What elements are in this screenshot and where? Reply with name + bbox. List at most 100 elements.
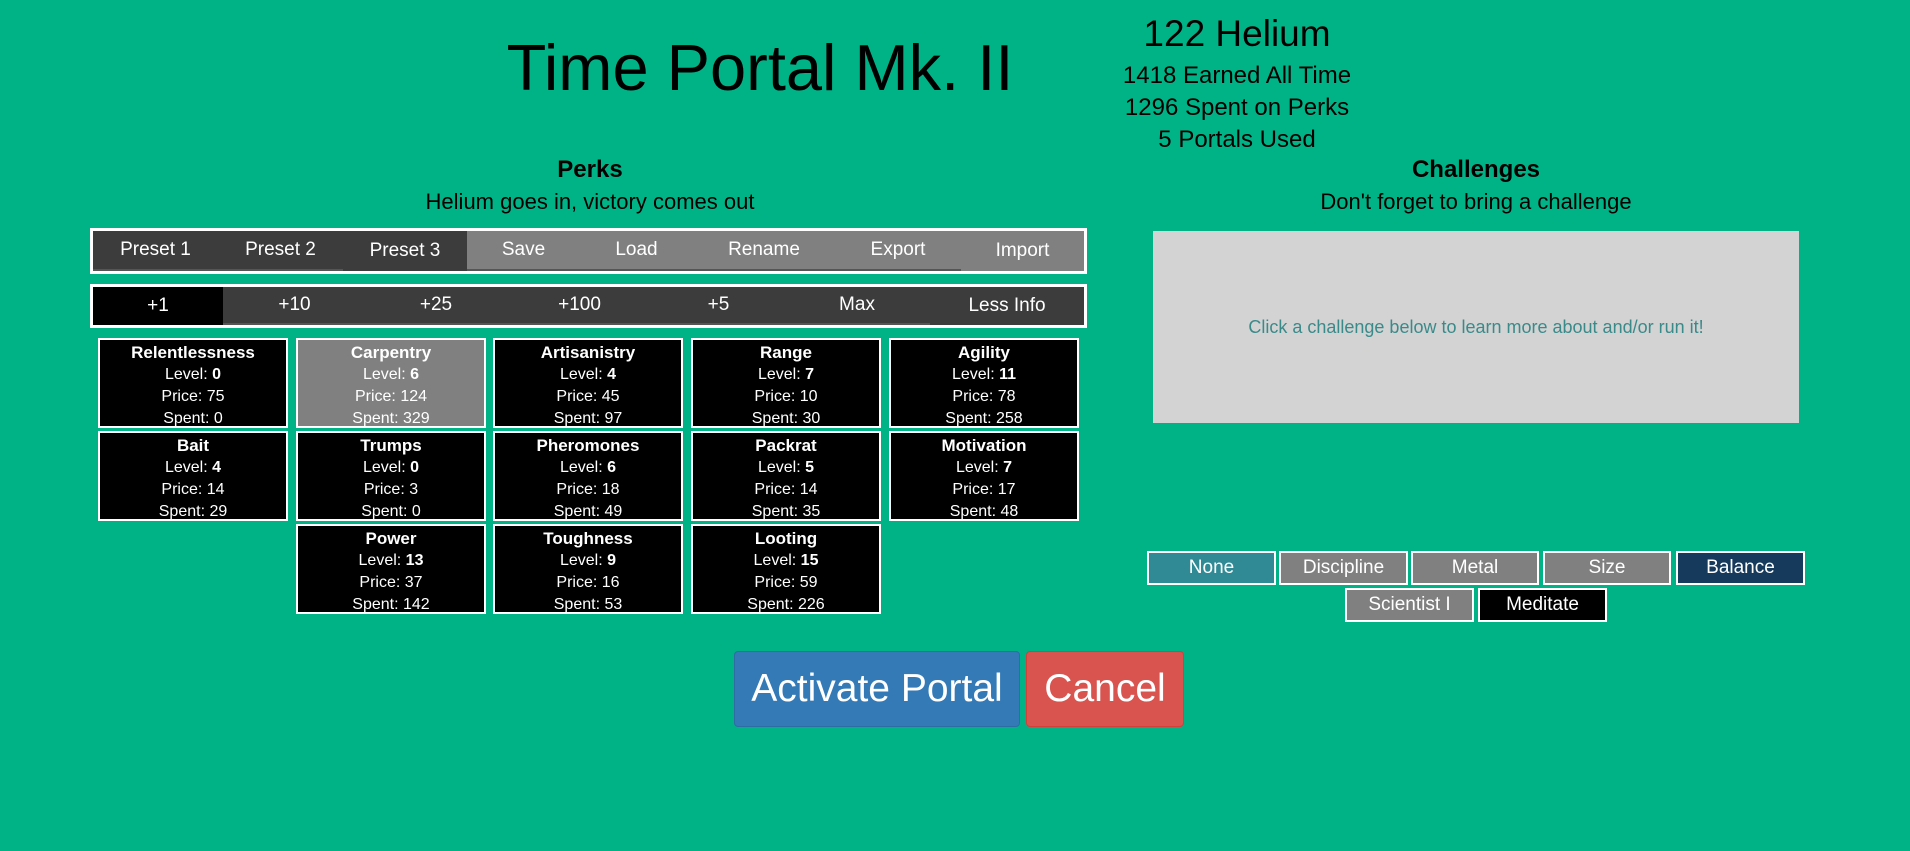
perk-looting[interactable]: Looting Level: 15 Price: 59 Spent: 226: [691, 524, 881, 614]
helium-spent: 1296 Spent on Perks: [1124, 94, 1350, 121]
perk-toughness[interactable]: Toughness Level: 9 Price: 16 Spent: 53: [493, 524, 683, 614]
helium-stats: 122 Helium 1418 Earned All Time 1296 Spe…: [1087, 8, 1387, 156]
price-label: Price:: [754, 388, 800, 405]
perk-relentlessness[interactable]: Relentlessness Level: 0 Price: 75 Spent:…: [98, 338, 288, 428]
spent-label: Spent:: [352, 410, 403, 427]
helium-earned: 1418 Earned All Time: [1122, 62, 1352, 89]
challenge-metal-button[interactable]: Metal: [1411, 551, 1539, 585]
amount-25-button[interactable]: +25: [366, 287, 506, 325]
perk-spent: 29: [209, 503, 228, 520]
perks-subtitle: Helium goes in, victory comes out: [425, 189, 755, 214]
perk-price: 17: [997, 481, 1016, 498]
level-label: Level:: [753, 552, 801, 569]
amount-10-button[interactable]: +10: [223, 287, 366, 325]
export-button[interactable]: Export: [835, 231, 961, 271]
page-title: Time Portal Mk. II: [506, 31, 1014, 104]
perk-range[interactable]: Range Level: 7 Price: 10 Spent: 30: [691, 338, 881, 428]
preset-1-button[interactable]: Preset 1: [93, 231, 218, 271]
amount-1-button[interactable]: +1: [93, 287, 223, 325]
perk-price: 14: [799, 481, 818, 498]
perk-spent: 53: [604, 596, 623, 613]
perk-price: 14: [206, 481, 225, 498]
perk-spent: 97: [604, 410, 623, 427]
price-label: Price:: [952, 481, 998, 498]
perk-name: Pheromones: [536, 436, 640, 455]
perk-name: Looting: [754, 529, 818, 548]
challenge-info-text: Click a challenge below to learn more ab…: [1248, 316, 1704, 337]
import-button[interactable]: Import: [961, 231, 1084, 271]
challenge-none-button[interactable]: None: [1147, 551, 1276, 585]
max-button[interactable]: Max: [784, 287, 930, 325]
perk-name: Packrat: [755, 436, 817, 455]
perk-name: Range: [760, 343, 812, 362]
perk-spent: 0: [411, 503, 421, 520]
preset-2-button[interactable]: Preset 2: [218, 231, 343, 271]
cancel-button[interactable]: Cancel: [1026, 651, 1184, 727]
perk-name: Trumps: [360, 436, 422, 455]
helium-count: 122 Helium: [1143, 13, 1331, 54]
level-label: Level:: [757, 366, 806, 383]
perk-level: 13: [405, 552, 424, 569]
challenge-size-button[interactable]: Size: [1543, 551, 1671, 585]
perk-motivation[interactable]: Motivation Level: 7 Price: 17 Spent: 48: [889, 431, 1079, 521]
save-button[interactable]: Save: [467, 231, 580, 271]
amount-5-button[interactable]: +5: [653, 287, 784, 325]
amount-bar: +1 +10 +25 +100 +5 Max Less Info: [90, 284, 1087, 328]
price-label: Price:: [754, 481, 800, 498]
less-info-button[interactable]: Less Info: [930, 287, 1084, 325]
spent-label: Spent:: [751, 503, 803, 520]
perk-level: 15: [800, 552, 819, 569]
perk-packrat[interactable]: Packrat Level: 5 Price: 14 Spent: 35: [691, 431, 881, 521]
level-label: Level:: [951, 366, 1000, 383]
spent-label: Spent:: [361, 503, 412, 520]
level-label: Level:: [362, 366, 411, 383]
perk-carpentry[interactable]: Carpentry Level: 6 Price: 124 Spent: 329: [296, 338, 486, 428]
perk-spent: 226: [798, 596, 825, 613]
challenge-discipline-button[interactable]: Discipline: [1279, 551, 1408, 585]
level-label: Level:: [164, 459, 213, 476]
perk-spent: 329: [403, 410, 430, 427]
spent-label: Spent:: [553, 596, 605, 613]
perk-spent: 0: [213, 410, 223, 427]
perk-price: 37: [404, 574, 423, 591]
load-button[interactable]: Load: [580, 231, 693, 271]
amount-100-button[interactable]: +100: [506, 287, 653, 325]
level-label: Level:: [559, 459, 608, 476]
preset-bar: Preset 1 Preset 2 Preset 3 Save Load Ren…: [90, 228, 1087, 274]
spent-label: Spent:: [945, 410, 996, 427]
perk-pheromones[interactable]: Pheromones Level: 6 Price: 18 Spent: 49: [493, 431, 683, 521]
perk-spent: 142: [403, 596, 430, 613]
perk-price: 16: [601, 574, 620, 591]
price-label: Price:: [556, 574, 602, 591]
level-label: Level:: [955, 459, 1004, 476]
challenge-info-box: Click a challenge below to learn more ab…: [1153, 231, 1799, 423]
perk-grid: Relentlessness Level: 0 Price: 75 Spent:…: [98, 338, 1084, 620]
preset-3-button[interactable]: Preset 3: [343, 231, 467, 271]
challenge-scientist-button[interactable]: Scientist I: [1345, 588, 1474, 622]
perk-price: 3: [409, 481, 419, 498]
perk-artisanistry[interactable]: Artisanistry Level: 4 Price: 45 Spent: 9…: [493, 338, 683, 428]
spent-label: Spent:: [163, 410, 214, 427]
perk-agility[interactable]: Agility Level: 11 Price: 78 Spent: 258: [889, 338, 1079, 428]
price-label: Price:: [952, 388, 998, 405]
level-label: Level:: [757, 459, 806, 476]
challenge-meditate-button[interactable]: Meditate: [1478, 588, 1607, 622]
perk-trumps[interactable]: Trumps Level: 0 Price: 3 Spent: 0: [296, 431, 486, 521]
challenges-subtitle: Don't forget to bring a challenge: [1320, 189, 1632, 214]
perk-level: 5: [805, 459, 815, 476]
perk-price: 124: [400, 388, 428, 405]
challenge-balance-button[interactable]: Balance: [1676, 551, 1805, 585]
activate-portal-button[interactable]: Activate Portal: [734, 651, 1020, 727]
perk-spent: 258: [996, 410, 1023, 427]
perk-level: 7: [805, 366, 815, 383]
perk-power[interactable]: Power Level: 13 Price: 37 Spent: 142: [296, 524, 486, 614]
perk-spent: 30: [802, 410, 821, 427]
rename-button[interactable]: Rename: [693, 231, 835, 271]
perks-heading: Perks: [557, 156, 623, 183]
perk-bait[interactable]: Bait Level: 4 Price: 14 Spent: 29: [98, 431, 288, 521]
perk-name: Power: [365, 529, 417, 548]
price-label: Price:: [354, 388, 401, 405]
perk-level: 4: [607, 366, 617, 383]
perk-name: Artisanistry: [540, 343, 636, 362]
perk-name: Carpentry: [350, 343, 432, 362]
